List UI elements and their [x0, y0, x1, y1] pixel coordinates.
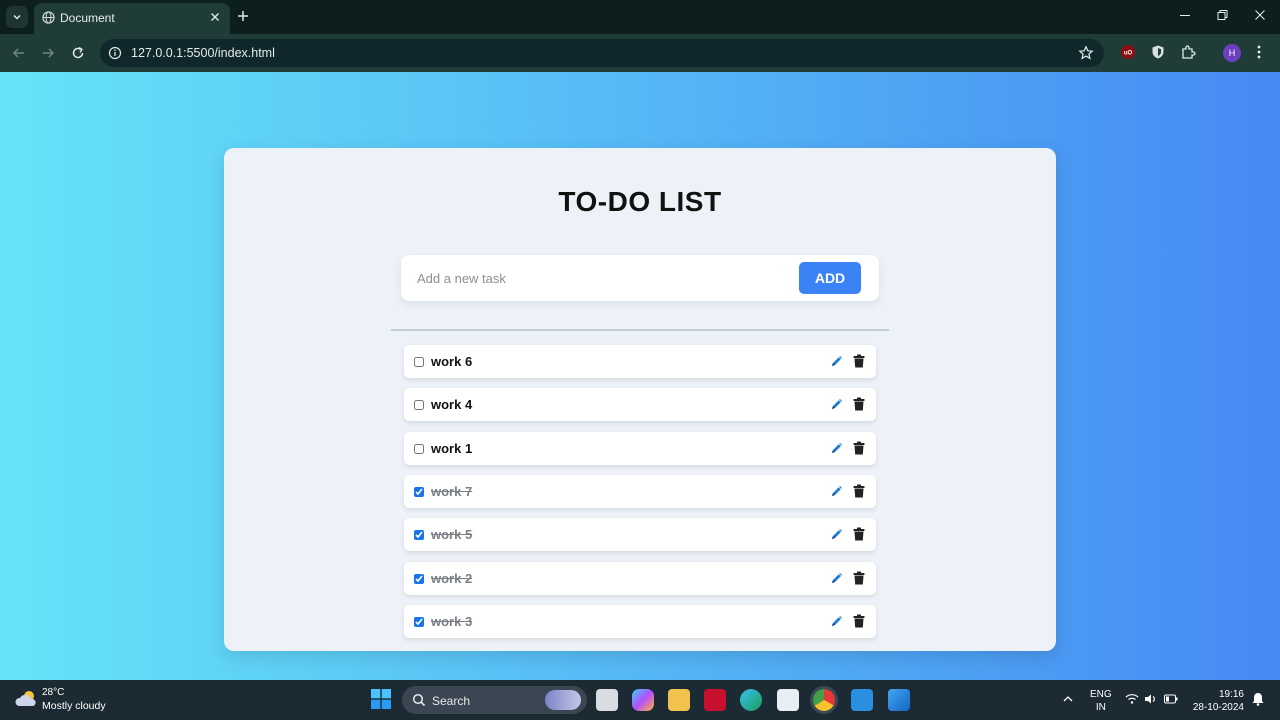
task-input[interactable] — [407, 261, 787, 295]
search-icon — [412, 693, 426, 707]
reload-icon[interactable] — [70, 45, 86, 61]
todo-item: work 4 — [404, 388, 876, 421]
shield-extension-icon[interactable] — [1150, 44, 1166, 60]
globe-icon — [42, 11, 55, 24]
system-clock[interactable]: 19:16 28-10-2024 — [1184, 688, 1244, 714]
todo-item: work 7 — [404, 475, 876, 508]
region-code: IN — [1095, 702, 1106, 713]
language-code: ENG — [1090, 689, 1112, 700]
task-text: work 5 — [431, 527, 473, 542]
battery-icon[interactable] — [1164, 694, 1178, 704]
trash-icon[interactable] — [853, 441, 865, 455]
browser-toolbar: 127.0.0.1:5500/index.html uO — [0, 34, 1280, 72]
volume-icon[interactable] — [1144, 693, 1158, 705]
task-checkbox[interactable] — [414, 530, 424, 540]
chrome-icon[interactable] — [813, 689, 835, 711]
file-explorer-icon[interactable] — [668, 689, 690, 711]
task-checkbox[interactable] — [414, 574, 424, 584]
weather-cloudy-icon[interactable] — [14, 687, 40, 711]
taskbar: 28°C Mostly cloudy Search ENG IN 19:16 2… — [0, 680, 1280, 720]
close-icon[interactable] — [208, 10, 222, 24]
todo-item: work 2 — [404, 562, 876, 595]
edit-pencil-icon[interactable] — [830, 571, 844, 585]
task-checkbox[interactable] — [414, 357, 424, 367]
bookmark-star-icon[interactable] — [1078, 45, 1094, 61]
search-highlight-icon — [545, 690, 581, 710]
divider — [391, 329, 889, 331]
url-text: 127.0.0.1:5500/index.html — [131, 46, 275, 60]
new-tab-icon[interactable] — [235, 8, 251, 24]
restore-icon[interactable] — [1215, 8, 1229, 22]
trash-icon[interactable] — [853, 397, 865, 411]
windows-start-icon[interactable] — [371, 689, 391, 709]
task-text: work 2 — [431, 571, 473, 586]
profile-avatar[interactable]: H — [1223, 44, 1241, 62]
todo-item: work 3 — [404, 605, 876, 638]
trash-icon[interactable] — [853, 354, 865, 368]
page-background: TO-DO LIST ADD work 6 work 4 work 1 work 7 w… — [0, 72, 1280, 680]
trash-icon[interactable] — [853, 571, 865, 585]
back-icon[interactable] — [11, 45, 27, 61]
todo-item: work 6 — [404, 345, 876, 378]
trash-icon[interactable] — [853, 614, 865, 628]
forward-icon[interactable] — [40, 45, 56, 61]
trash-icon[interactable] — [853, 484, 865, 498]
trash-icon[interactable] — [853, 527, 865, 541]
weather-temperature: 28°C — [42, 687, 65, 698]
edit-pencil-icon[interactable] — [830, 354, 844, 368]
tab-search-button[interactable] — [6, 6, 28, 28]
mcafee-icon[interactable] — [704, 689, 726, 711]
site-info-icon[interactable] — [108, 46, 122, 60]
edit-pencil-icon[interactable] — [830, 441, 844, 455]
task-input-row: ADD — [401, 255, 879, 301]
edit-pencil-icon[interactable] — [830, 484, 844, 498]
kebab-menu-icon[interactable] — [1253, 44, 1265, 60]
todo-item: work 1 — [404, 432, 876, 465]
edit-pencil-icon[interactable] — [830, 397, 844, 411]
ublock-extension-icon[interactable]: uO — [1120, 44, 1136, 60]
task-view-icon[interactable] — [596, 689, 618, 711]
wifi-icon[interactable] — [1125, 693, 1139, 705]
task-checkbox[interactable] — [414, 444, 424, 454]
address-bar[interactable]: 127.0.0.1:5500/index.html — [100, 39, 1104, 67]
tab-title: Document — [60, 11, 115, 25]
edit-pencil-icon[interactable] — [830, 614, 844, 628]
copilot-icon[interactable] — [632, 689, 654, 711]
tab-strip: Document — [0, 0, 1280, 34]
search-label: Search — [432, 694, 471, 708]
page-title: TO-DO LIST — [558, 186, 722, 217]
edit-pencil-icon[interactable] — [830, 527, 844, 541]
todo-card: TO-DO LIST ADD work 6 work 4 work 1 work 7 w… — [224, 148, 1056, 651]
notification-bell-icon[interactable] — [1252, 692, 1264, 706]
clock-time: 19:16 — [1218, 689, 1244, 700]
weather-description: Mostly cloudy — [42, 700, 106, 712]
svg-text:uO: uO — [1124, 51, 1133, 57]
add-button[interactable]: ADD — [799, 262, 861, 294]
minimize-icon[interactable] — [1178, 8, 1192, 22]
task-checkbox[interactable] — [414, 617, 424, 627]
task-checkbox[interactable] — [414, 487, 424, 497]
chevron-up-icon[interactable] — [1062, 694, 1074, 704]
task-text: work 4 — [431, 397, 473, 412]
clock-date: 28-10-2024 — [1192, 702, 1244, 713]
browser-tab[interactable]: Document — [34, 3, 230, 34]
task-text: work 7 — [431, 484, 473, 499]
task-checkbox[interactable] — [414, 400, 424, 410]
language-indicator[interactable]: ENG IN — [1090, 688, 1112, 714]
edge-browser-icon[interactable] — [740, 689, 762, 711]
photos-icon[interactable] — [888, 689, 910, 711]
extensions-puzzle-icon[interactable] — [1180, 44, 1196, 60]
close-window-icon[interactable] — [1253, 8, 1267, 22]
vscode-icon[interactable] — [851, 689, 873, 711]
task-text: work 3 — [431, 614, 473, 629]
microsoft-store-icon[interactable] — [777, 689, 799, 711]
chevron-down-icon — [13, 14, 21, 20]
todo-item: work 5 — [404, 518, 876, 551]
taskbar-search[interactable]: Search — [402, 686, 587, 714]
task-text: work 6 — [431, 354, 473, 369]
task-text: work 1 — [431, 441, 473, 456]
